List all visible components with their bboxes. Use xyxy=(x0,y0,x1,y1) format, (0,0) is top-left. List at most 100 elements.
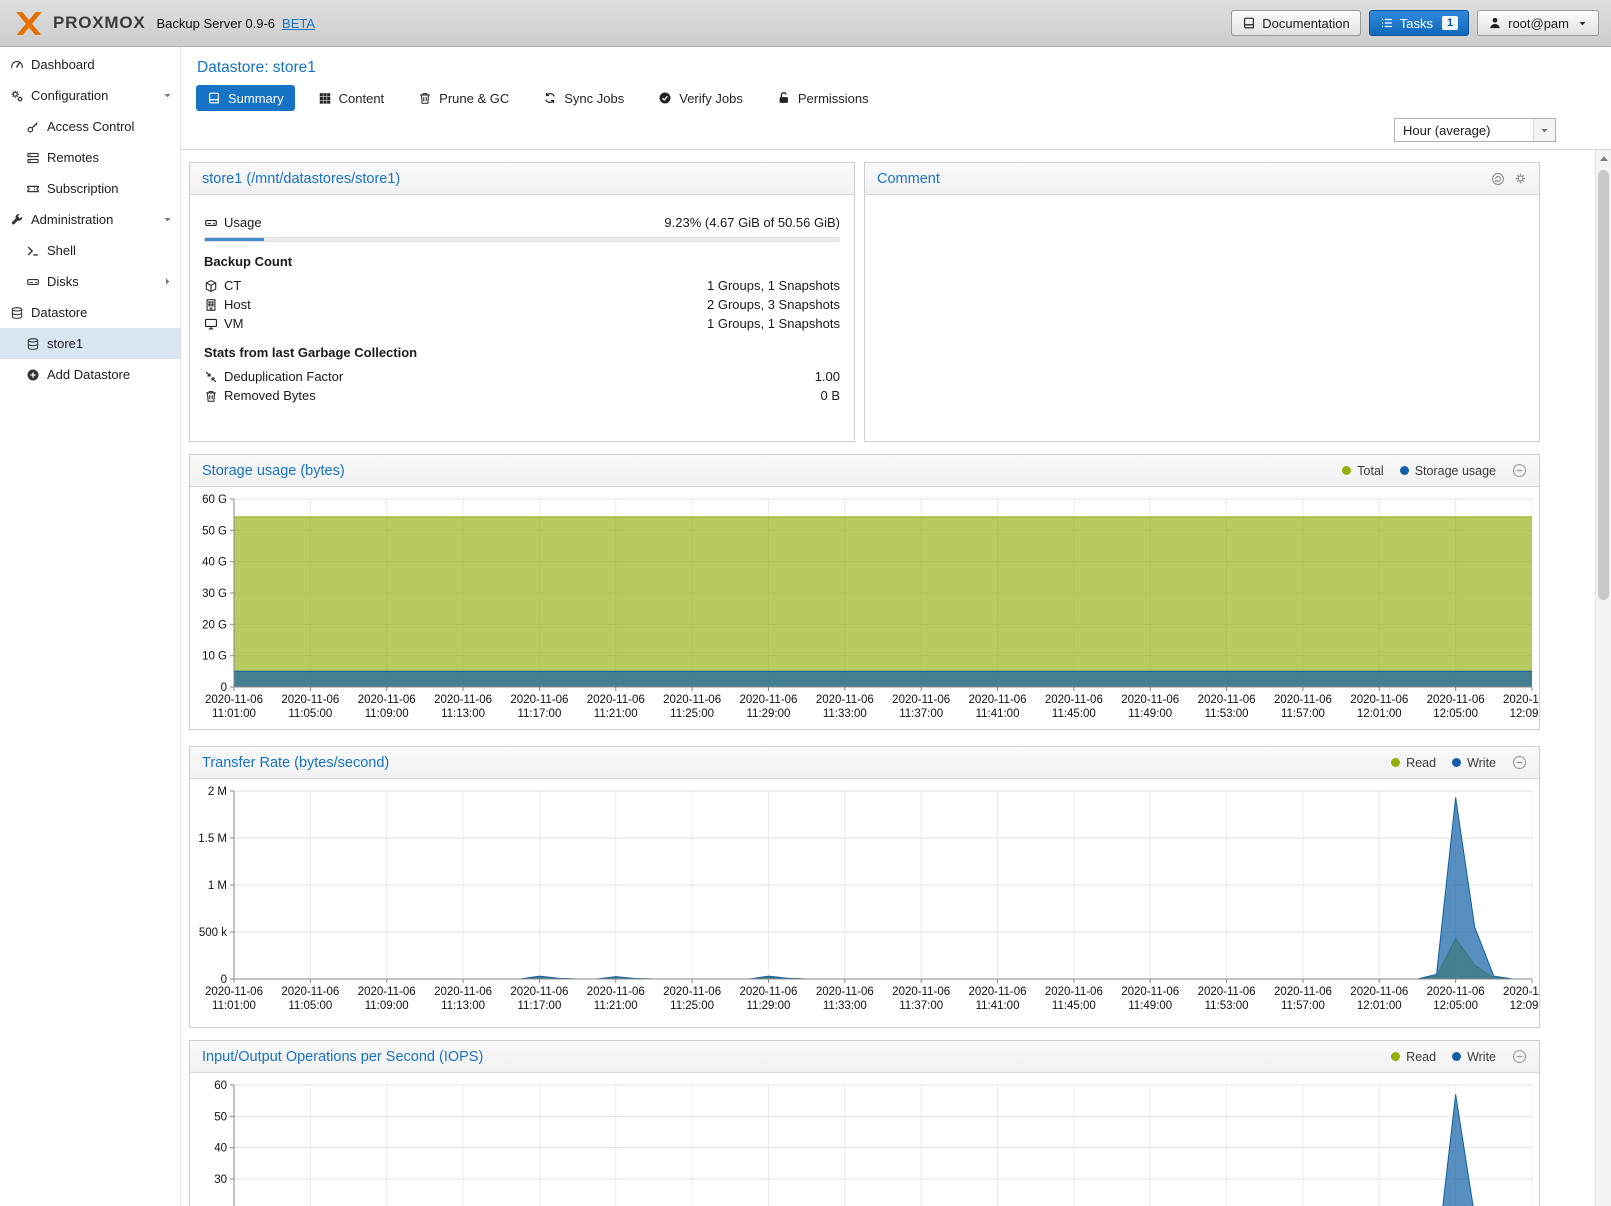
scroll-up-button[interactable] xyxy=(1596,150,1611,166)
legend-item-storage-usage[interactable]: Storage usage xyxy=(1400,464,1496,478)
svg-text:11:09:00: 11:09:00 xyxy=(365,708,409,720)
sidebar-item-shell[interactable]: Shell xyxy=(0,235,180,266)
timeframe-select[interactable]: Hour (average) xyxy=(1394,118,1556,142)
brand-name: PROXMOX xyxy=(53,13,146,33)
svg-text:2020-11-06: 2020-11-06 xyxy=(358,986,416,998)
legend-label: Write xyxy=(1467,1050,1496,1064)
svg-text:2020-11-06: 2020-11-06 xyxy=(1198,986,1256,998)
svg-text:11:41:00: 11:41:00 xyxy=(976,1000,1020,1012)
documentation-button[interactable]: Documentation xyxy=(1231,10,1360,36)
legend-dot xyxy=(1391,1052,1400,1061)
svg-text:12:01:00: 12:01:00 xyxy=(1357,708,1402,720)
transfer-rate-chart: 0500 k1 M1.5 M2 M2020-11-0611:01:002020-… xyxy=(190,779,1539,1027)
chevron-right-icon[interactable] xyxy=(162,276,173,287)
building-icon xyxy=(204,298,224,312)
usage-progressbar xyxy=(204,237,840,242)
svg-text:11:25:00: 11:25:00 xyxy=(670,1000,714,1012)
tab-permissions[interactable]: Permissions xyxy=(766,85,880,111)
legend-item-read[interactable]: Read xyxy=(1391,1050,1436,1064)
legend-item-write[interactable]: Write xyxy=(1452,1050,1496,1064)
legend-item-write[interactable]: Write xyxy=(1452,756,1496,770)
svg-text:11:57:00: 11:57:00 xyxy=(1281,1000,1325,1012)
svg-text:2020-11-06: 2020-11-06 xyxy=(1045,986,1103,998)
tab-summary[interactable]: Summary xyxy=(196,85,295,111)
svg-text:12:05:00: 12:05:00 xyxy=(1433,708,1478,720)
tab-label: Content xyxy=(339,91,385,106)
datastore-summary-panel: store1 (/mnt/datastores/store1) Usage 9.… xyxy=(189,162,855,442)
svg-text:11:37:00: 11:37:00 xyxy=(899,1000,943,1012)
svg-text:2020-11-06: 2020-11-06 xyxy=(1045,694,1103,706)
svg-text:12:05:00: 12:05:00 xyxy=(1433,1000,1478,1012)
tasks-button[interactable]: Tasks 1 xyxy=(1369,10,1469,36)
svg-text:11:53:00: 11:53:00 xyxy=(1205,1000,1249,1012)
svg-text:11:09:00: 11:09:00 xyxy=(365,1000,409,1012)
svg-text:0: 0 xyxy=(221,682,227,694)
chevron-down-icon[interactable] xyxy=(162,90,173,101)
usage-row: Usage 9.23% (4.67 GiB of 50.56 GiB) xyxy=(204,213,840,232)
sidebar-item-configuration[interactable]: Configuration xyxy=(0,80,180,111)
user-menu-button[interactable]: root@pam xyxy=(1477,10,1599,36)
legend-item-read[interactable]: Read xyxy=(1391,756,1436,770)
row-value: 1 Groups, 1 Snapshots xyxy=(707,316,840,331)
sidebar-item-access-control[interactable]: Access Control xyxy=(0,111,180,142)
caret-down-icon xyxy=(1577,18,1588,29)
hdd-icon xyxy=(204,216,224,230)
svg-text:12:09:00: 12:09:00 xyxy=(1510,708,1539,720)
terminal-icon xyxy=(26,244,45,258)
sidebar-item-administration[interactable]: Administration xyxy=(0,204,180,235)
legend-item-total[interactable]: Total xyxy=(1342,464,1383,478)
gear-icon[interactable] xyxy=(1514,172,1527,186)
sidebar-item-disks[interactable]: Disks xyxy=(0,266,180,297)
svg-text:2020-11-06: 2020-11-06 xyxy=(1350,986,1408,998)
tasks-list-icon xyxy=(1380,16,1394,30)
app-header: PROXMOX Backup Server 0.9-6 BETA Documen… xyxy=(0,0,1611,47)
vertical-scrollbar[interactable] xyxy=(1595,150,1611,1206)
svg-text:2020-11-06: 2020-11-06 xyxy=(1198,694,1256,706)
chart-title: Transfer Rate (bytes/second) xyxy=(202,755,389,771)
page-title: Datastore: store1 xyxy=(181,47,1611,85)
row-label: Removed Bytes xyxy=(224,388,316,403)
gc-stats-rows: Deduplication Factor1.00Removed Bytes0 B xyxy=(204,367,840,405)
sidebar-item-store1[interactable]: store1 xyxy=(0,328,180,359)
tab-bar: Summary Content Prune & GC Sync Jobs Verify … xyxy=(181,85,1611,111)
refresh-icon[interactable] xyxy=(1491,172,1505,186)
svg-text:40: 40 xyxy=(214,1143,227,1155)
collapse-chart-icon[interactable] xyxy=(1512,755,1527,770)
content-area: store1 (/mnt/datastores/store1) Usage 9.… xyxy=(181,150,1611,1206)
svg-text:1.5 M: 1.5 M xyxy=(198,833,227,845)
gauge-icon xyxy=(10,58,29,72)
sidebar-item-add-datastore[interactable]: Add Datastore xyxy=(0,359,180,390)
tab-sync-jobs[interactable]: Sync Jobs xyxy=(532,85,635,111)
combo-trigger[interactable] xyxy=(1533,119,1555,141)
tab-label: Verify Jobs xyxy=(679,91,743,106)
svg-text:11:13:00: 11:13:00 xyxy=(441,1000,485,1012)
tab-prune-gc[interactable]: Prune & GC xyxy=(407,85,520,111)
scroll-thumb[interactable] xyxy=(1598,170,1609,600)
sidebar-item-remotes[interactable]: Remotes xyxy=(0,142,180,173)
datastore-panel-title: store1 (/mnt/datastores/store1) xyxy=(202,171,400,187)
svg-text:2020-11-06: 2020-11-06 xyxy=(816,986,874,998)
svg-text:50: 50 xyxy=(214,1111,227,1123)
sidebar-item-subscription[interactable]: Subscription xyxy=(0,173,180,204)
chevron-down-icon[interactable] xyxy=(162,214,173,225)
plus-circle-icon xyxy=(26,368,45,382)
usage-label: Usage xyxy=(224,215,262,230)
svg-text:2020-11-06: 2020-11-06 xyxy=(587,986,645,998)
sidebar-item-datastore[interactable]: Datastore xyxy=(0,297,180,328)
tab-verify-jobs[interactable]: Verify Jobs xyxy=(647,85,754,111)
comment-body[interactable] xyxy=(865,195,1539,441)
collapse-chart-icon[interactable] xyxy=(1512,1049,1527,1064)
ct-row: CT1 Groups, 1 Snapshots xyxy=(204,276,840,295)
sidebar-item-label: Disks xyxy=(47,274,79,289)
svg-text:2020-11-06: 2020-11-06 xyxy=(510,986,568,998)
row-label: Deduplication Factor xyxy=(224,369,343,384)
svg-text:2020-11-06: 2020-11-06 xyxy=(1121,986,1179,998)
trash-icon xyxy=(204,389,224,403)
svg-text:11:21:00: 11:21:00 xyxy=(594,708,638,720)
tab-content[interactable]: Content xyxy=(307,85,396,111)
svg-text:11:13:00: 11:13:00 xyxy=(441,708,485,720)
collapse-chart-icon[interactable] xyxy=(1512,463,1527,478)
sidebar-item-dashboard[interactable]: Dashboard xyxy=(0,49,180,80)
beta-link[interactable]: BETA xyxy=(282,16,315,31)
timeframe-value: Hour (average) xyxy=(1395,123,1533,138)
